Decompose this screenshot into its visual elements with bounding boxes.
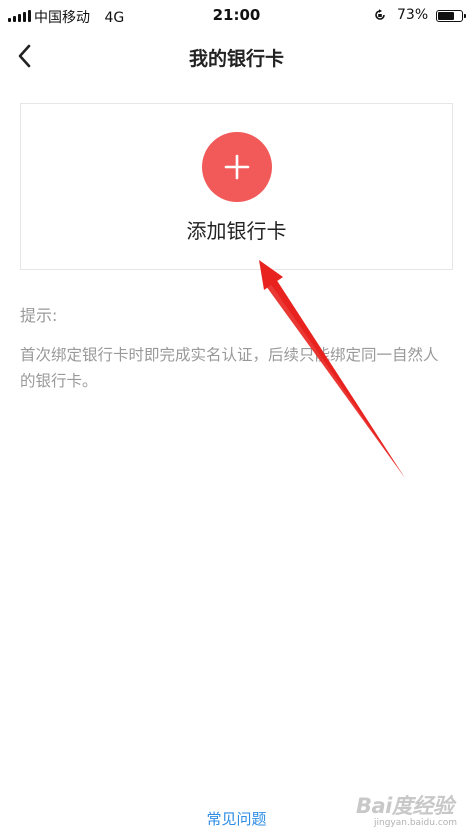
- tips-text: 首次绑定银行卡时即完成实名认证，后续只能绑定同一自然人的银行卡。: [20, 346, 439, 390]
- page-title: 我的银行卡: [188, 48, 284, 70]
- baidu-jingyan-watermark: Bai度经验 jingyan.baidu.com: [352, 790, 462, 832]
- rotation-lock-icon: [375, 9, 385, 20]
- battery-fill: [438, 12, 454, 20]
- add-bank-card-label: 添加银行卡: [186, 219, 287, 243]
- battery-icon: [436, 10, 466, 22]
- watermark-sub: jingyan.baidu.com: [374, 818, 458, 828]
- plus-icon: [224, 154, 250, 180]
- status-bar: 中国移动 4G 21:00 73%: [0, 0, 473, 32]
- add-bank-card-button[interactable]: 添加银行卡: [20, 103, 453, 270]
- watermark-main: Bai度经验: [356, 794, 454, 818]
- add-circle[interactable]: [202, 132, 272, 202]
- tips-title: 提示:: [20, 306, 58, 325]
- battery-percentage: 73%: [397, 7, 429, 23]
- nav-bar: 我的银行卡: [0, 32, 473, 82]
